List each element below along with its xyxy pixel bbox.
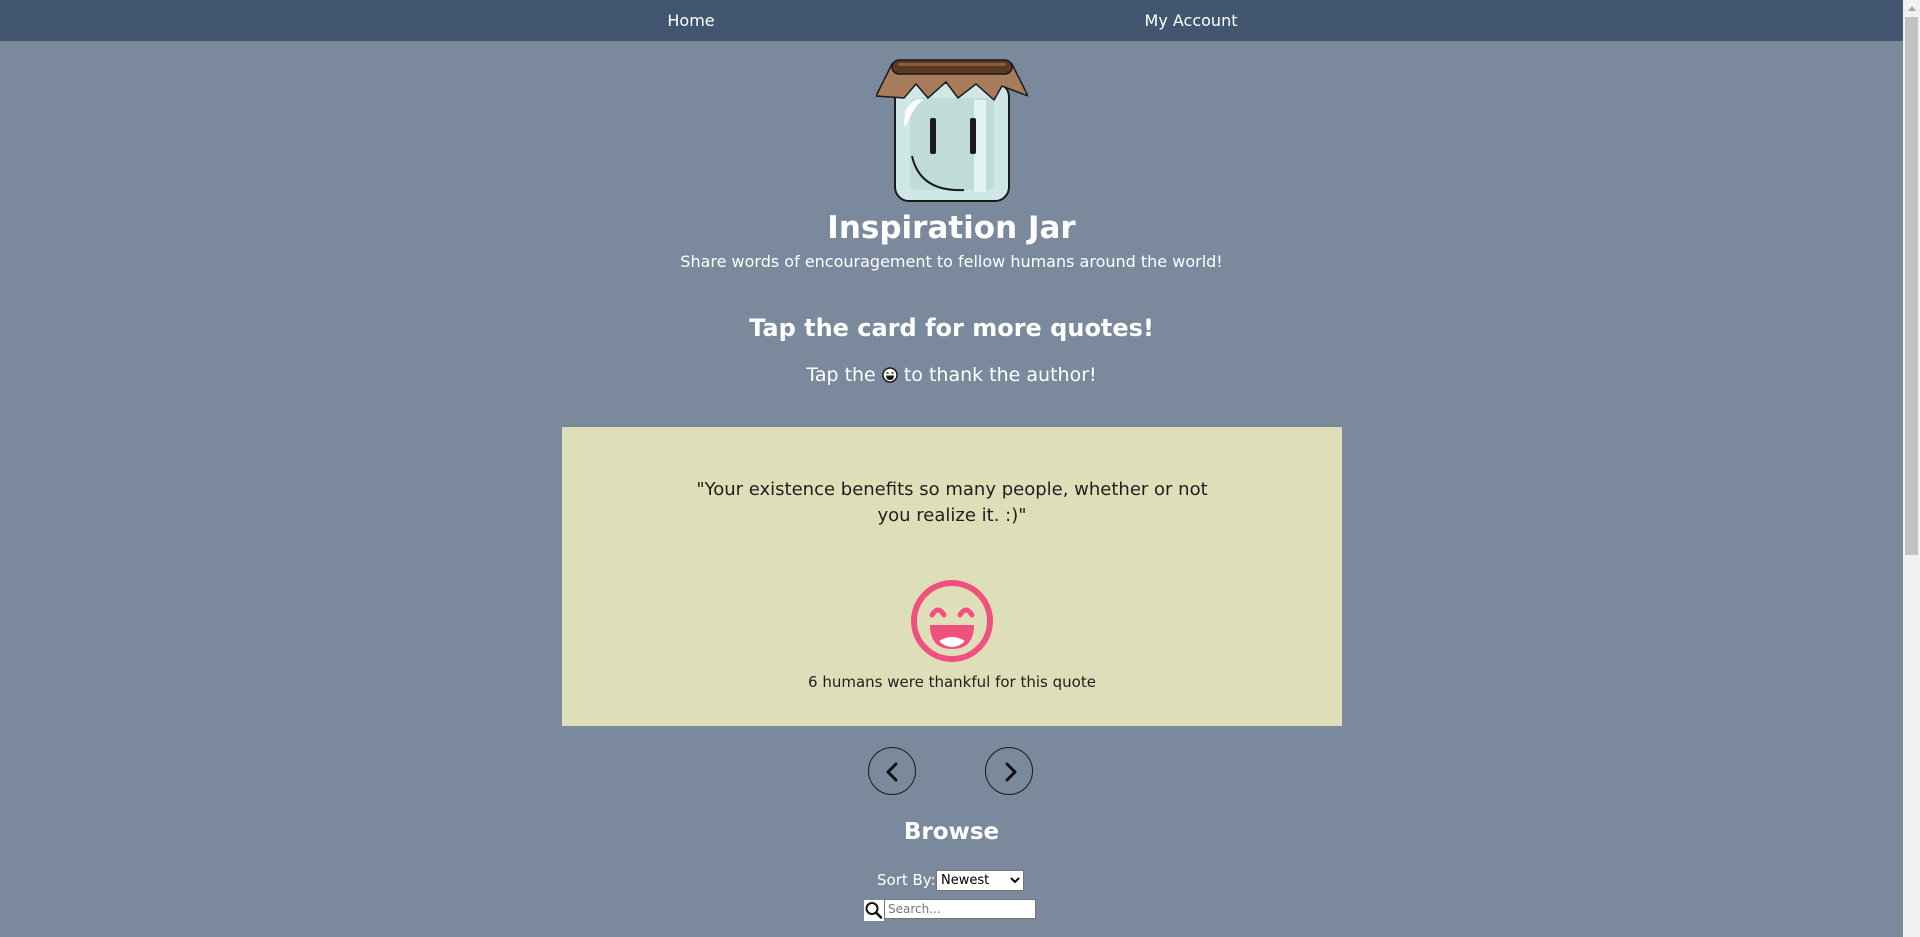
search-icon <box>865 902 883 919</box>
thank-author-button[interactable] <box>910 579 994 663</box>
nav-my-account-link[interactable]: My Account <box>1145 0 1238 41</box>
previous-quote-button[interactable] <box>868 747 916 795</box>
tap-card-instruction: Tap the card for more quotes! <box>749 314 1154 342</box>
quote-text: "Your existence benefits so many people,… <box>696 479 1208 526</box>
scroll-up-arrow[interactable] <box>1903 0 1920 17</box>
jar-logo <box>876 59 1028 202</box>
tap-thank-text-after: to thank the author! <box>903 364 1097 386</box>
thank-count-text: 6 humans were thankful for this quote <box>808 673 1096 691</box>
grinning-face-icon <box>882 367 898 383</box>
scrollbar-thumb[interactable] <box>1905 17 1918 555</box>
nav-home-link[interactable]: Home <box>667 0 714 41</box>
browse-heading: Browse <box>903 819 1000 845</box>
page-subtitle: Share words of encouragement to fellow h… <box>680 252 1223 271</box>
quote-card[interactable]: "Your existence benefits so many people,… <box>562 427 1342 726</box>
search-input[interactable] <box>884 899 1036 919</box>
top-nav: Home My Account <box>0 0 1903 41</box>
vertical-scrollbar[interactable] <box>1903 0 1920 937</box>
sort-by-label: Sort By: <box>877 871 936 889</box>
sort-by-select[interactable]: Newest <box>936 870 1024 891</box>
chevron-left-icon <box>886 762 898 782</box>
tap-thank-instruction: Tap the to thank the author! <box>0 364 1903 386</box>
chevron-right-icon <box>1005 762 1017 782</box>
page-title: Inspiration Jar <box>827 210 1076 246</box>
tap-thank-text-before: Tap the <box>806 364 876 386</box>
next-quote-button[interactable] <box>985 747 1033 795</box>
search-icon-box <box>864 900 884 921</box>
